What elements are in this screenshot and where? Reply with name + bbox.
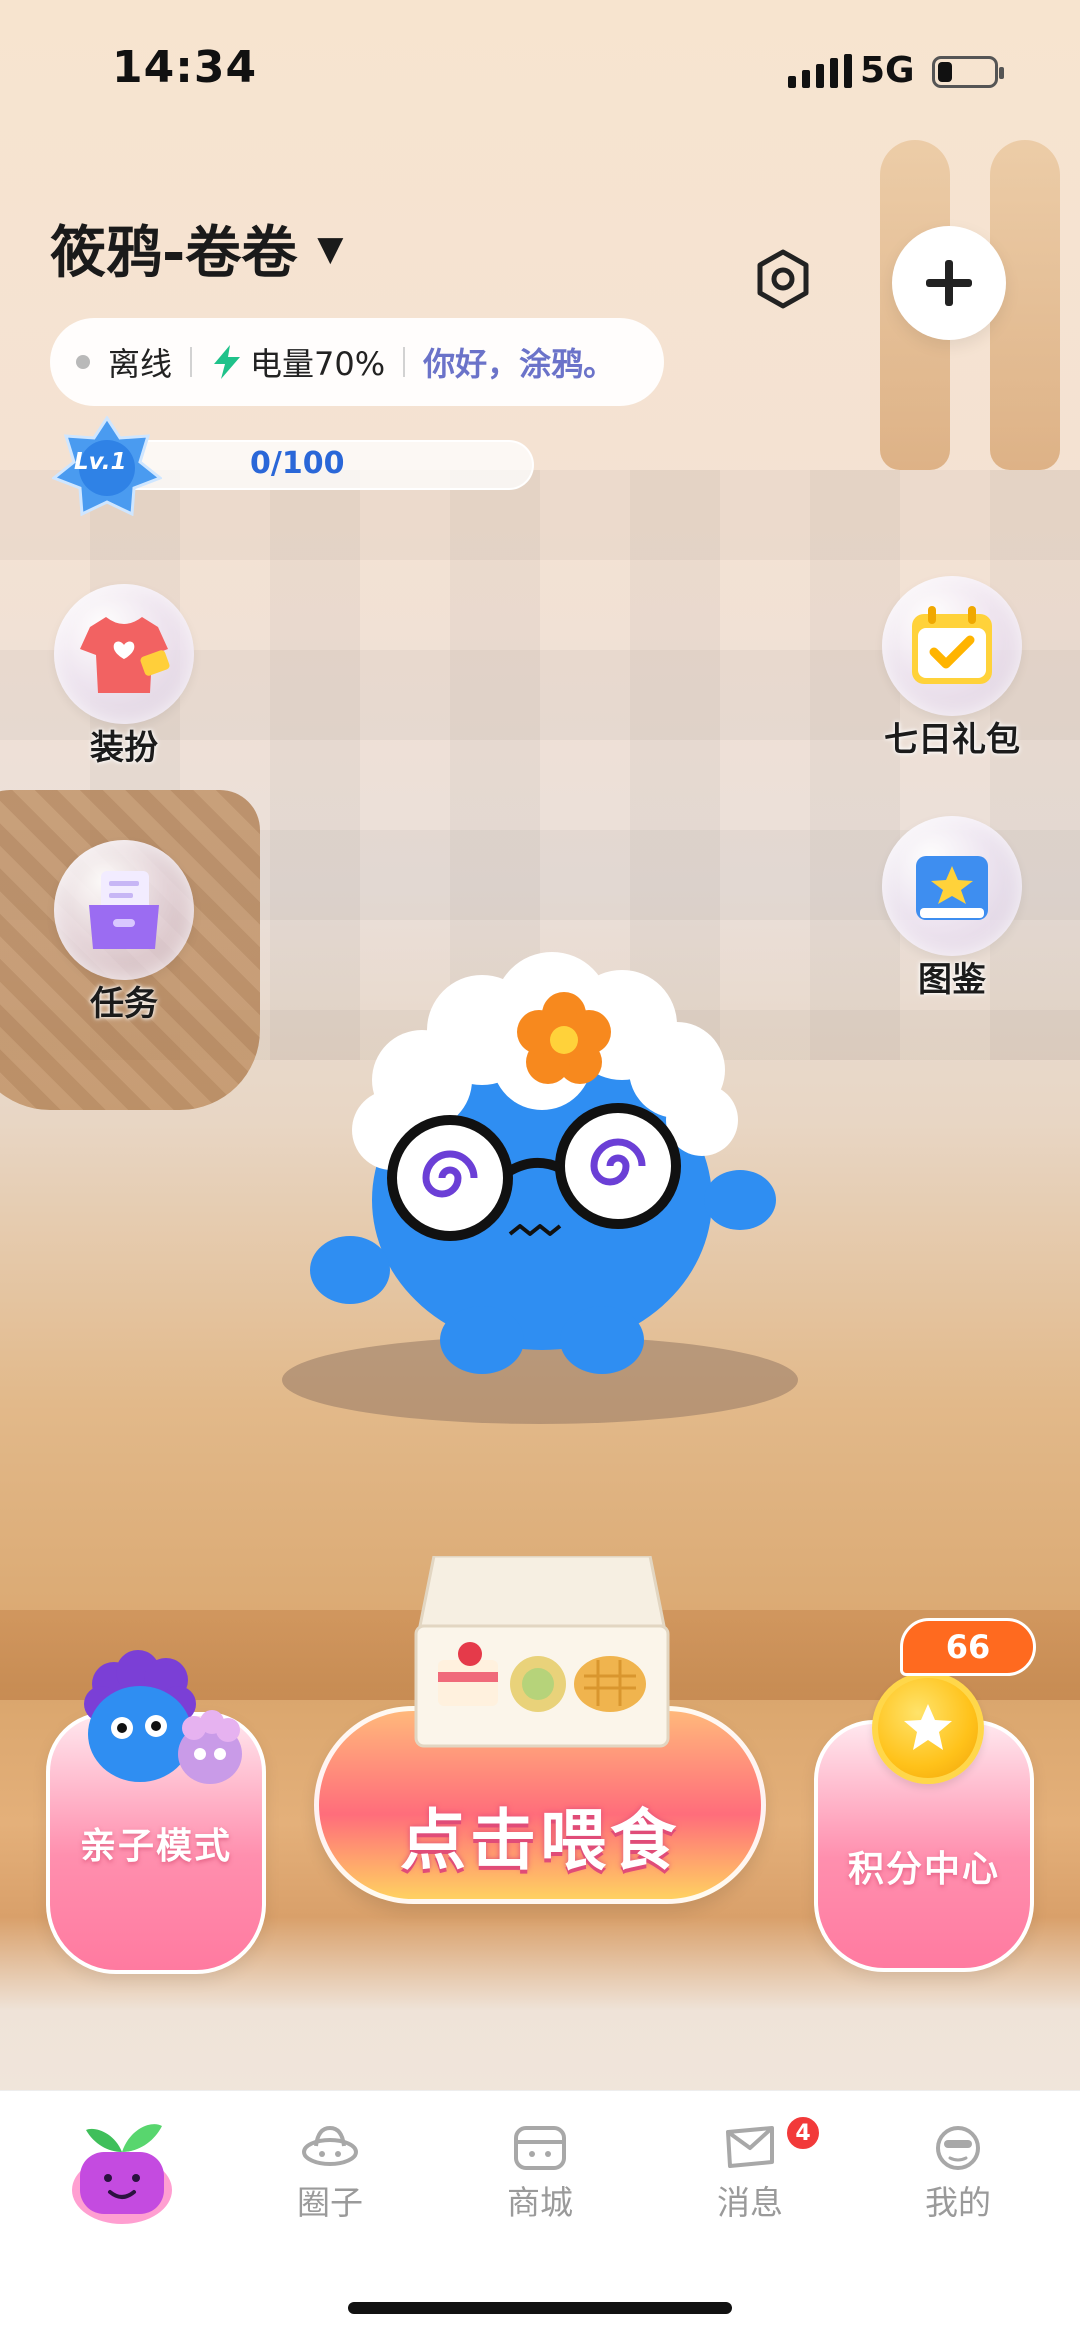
bubble <box>882 816 1022 956</box>
bubble <box>54 584 194 724</box>
collection-label: 图鉴 <box>918 960 986 1000</box>
shop-icon <box>514 2126 566 2170</box>
tshirt-icon <box>80 617 170 693</box>
tab-shop-label: 商城 <box>507 2183 573 2222</box>
pet-character[interactable] <box>282 930 802 1390</box>
level-progress-text: 0/100 <box>250 446 345 481</box>
tab-profile-label: 我的 <box>925 2183 991 2222</box>
tab-messages-label: 消息 <box>717 2183 783 2222</box>
settings-icon[interactable] <box>752 248 814 310</box>
signal-icon <box>788 54 852 88</box>
book-star-icon <box>916 856 988 920</box>
lightning-icon <box>214 345 241 379</box>
caret-down-icon: ▼ <box>317 228 344 269</box>
seven-day-gift-label: 七日礼包 <box>884 720 1020 760</box>
collection-button[interactable]: 图鉴 <box>872 816 1032 1001</box>
food-box-icon <box>414 1556 670 1748</box>
status-time: 14:34 <box>112 42 258 93</box>
level-badge-label: Lv.1 <box>74 449 127 475</box>
pet-selector[interactable]: 筱鸦-卷卷 ▼ <box>50 208 343 289</box>
tab-circle-label: 圈子 <box>297 2183 363 2222</box>
tasks-label: 任务 <box>90 984 158 1024</box>
tab-profile[interactable]: 我的 <box>888 2120 1028 2224</box>
online-status: 离线 <box>108 345 173 383</box>
pet-name: 筱鸦-卷卷 <box>50 221 298 286</box>
add-button[interactable] <box>892 226 1006 340</box>
tab-home[interactable] <box>64 2108 180 2228</box>
device-status-pill: 离线 电量70% 你好，涂鸦。 <box>50 318 664 406</box>
network-type: 5G <box>860 50 915 91</box>
calendar-check-icon <box>912 606 992 684</box>
points-count-badge: 66 <box>900 1618 1036 1676</box>
feed-label: 点击喂食 <box>400 1802 680 1879</box>
status-bar: 14:34 5G <box>0 0 1080 140</box>
divider <box>403 347 406 377</box>
ufo-icon <box>302 2125 358 2166</box>
seven-day-gift-button[interactable]: 七日礼包 <box>872 576 1032 761</box>
tasks-button[interactable]: 任务 <box>54 840 194 1025</box>
battery-icon <box>932 56 1004 88</box>
message-icon <box>726 2126 774 2168</box>
battery-status: 电量70% <box>250 345 386 383</box>
tab-circle[interactable]: 圈子 <box>260 2120 400 2224</box>
family-characters-icon <box>84 1650 242 1784</box>
home-indicator <box>348 2302 732 2314</box>
dress-up-button[interactable]: 装扮 <box>54 584 194 769</box>
bubble <box>882 576 1022 716</box>
plus-icon <box>926 260 972 306</box>
profile-face-icon <box>936 2126 980 2170</box>
points-center-label: 积分中心 <box>847 1849 1000 1890</box>
greeting-text: 你好，涂鸦。 <box>423 345 616 383</box>
offline-dot-icon <box>76 355 90 369</box>
star-coin-icon <box>872 1672 984 1784</box>
message-count-badge: 4 <box>784 2114 822 2152</box>
divider <box>190 347 193 377</box>
tab-shop[interactable]: 商城 <box>470 2120 610 2224</box>
dress-up-label: 装扮 <box>90 728 158 768</box>
parent-child-mode-label: 亲子模式 <box>79 1826 232 1867</box>
plant-pot-icon <box>72 2124 172 2224</box>
bubble <box>54 840 194 980</box>
task-box-icon <box>89 871 159 949</box>
